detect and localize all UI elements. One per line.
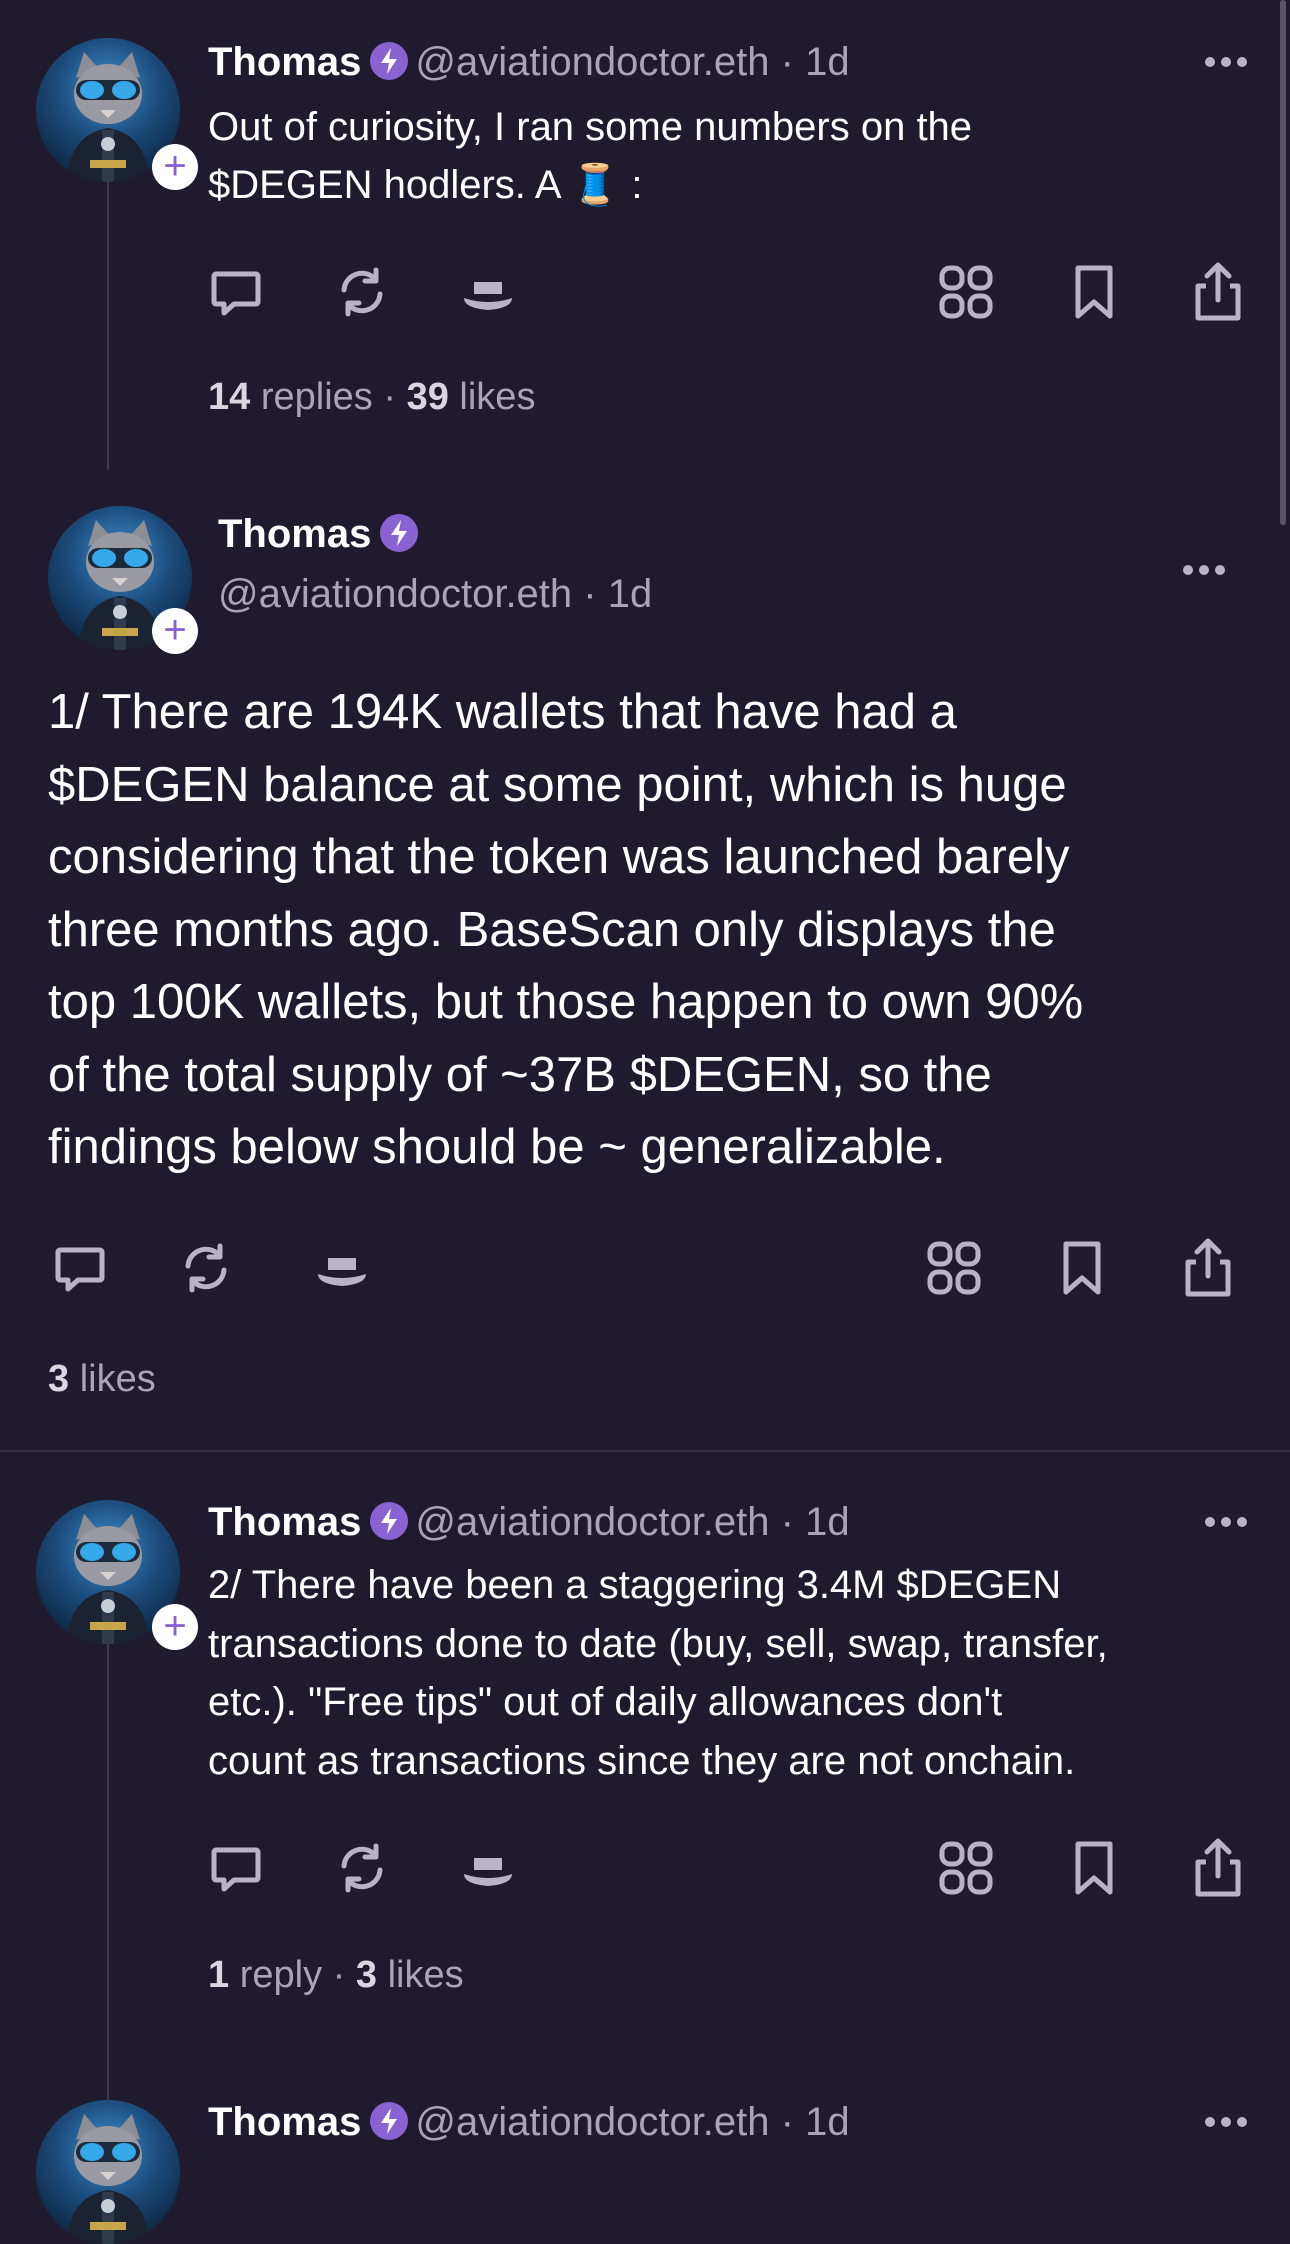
post-stats[interactable]: 14 replies · 39 likes [208, 376, 535, 419]
post-header: Thomas @aviationdoctor.eth · 1d [208, 38, 850, 86]
likes-label: likes [79, 1358, 156, 1400]
share-icon[interactable] [1186, 260, 1250, 324]
action-bar [204, 1836, 1254, 1900]
thread-connector-line [107, 1642, 109, 2102]
avatar[interactable]: + [36, 1500, 198, 1650]
post-time: · 1d [780, 2100, 850, 2144]
author-name[interactable]: Thomas [218, 512, 371, 556]
author-handle[interactable]: @aviationdoctor.eth [415, 1500, 769, 1544]
comment-icon[interactable] [204, 1836, 268, 1900]
recast-icon[interactable] [330, 1836, 394, 1900]
post-text-line: of the total supply of ~37B $DEGEN, so t… [48, 1047, 992, 1102]
post-stats[interactable]: 3 likes [48, 1358, 156, 1401]
more-dots-icon[interactable] [1204, 56, 1248, 68]
avatar[interactable]: + [36, 38, 198, 190]
apps-grid-icon[interactable] [922, 1236, 986, 1300]
post-text-line: transactions done to date (buy, sell, sw… [208, 1621, 1108, 1666]
comment-icon[interactable] [204, 260, 268, 324]
bookmark-icon[interactable] [1062, 1836, 1126, 1900]
post-text-line: $DEGEN balance at some point, which is h… [48, 757, 1067, 812]
follow-plus-icon[interactable]: + [152, 1604, 198, 1650]
replies-label: replies [260, 376, 373, 418]
comment-icon[interactable] [48, 1236, 112, 1300]
author-name[interactable]: Thomas [208, 40, 361, 84]
post-stats[interactable]: 1 reply · 3 likes [208, 1954, 464, 1997]
tip-hat-icon[interactable] [310, 1236, 374, 1300]
follow-plus-icon[interactable]: + [152, 608, 198, 654]
post-text: 2/ There have been a staggering 3.4M $DE… [208, 1556, 1268, 1790]
divider [0, 1450, 1290, 1452]
verified-badge-icon [369, 41, 409, 81]
avatar-image [36, 2100, 180, 2244]
post-text-line: $DEGEN hodlers. A 🧵 : [208, 156, 1258, 214]
post-text-line: findings below should be ~ generalizable… [48, 1120, 946, 1174]
author-name[interactable]: Thomas [208, 1500, 361, 1544]
stats-separator: · [383, 376, 397, 418]
scrollbar[interactable] [1280, 0, 1286, 525]
post-text-line: Out of curiosity, I ran some numbers on … [208, 105, 973, 149]
recast-icon[interactable] [330, 260, 394, 324]
replies-label: reply [239, 1954, 323, 1996]
tip-hat-icon[interactable] [456, 260, 520, 324]
more-dots-icon[interactable] [1182, 564, 1226, 576]
follow-plus-icon[interactable]: + [152, 144, 198, 190]
author-handle[interactable]: @aviationdoctor.eth [415, 2100, 769, 2144]
replies-count: 1 [208, 1954, 230, 1996]
likes-count: 3 [355, 1954, 377, 1996]
likes-count: 3 [48, 1358, 70, 1400]
avatar[interactable] [36, 2100, 180, 2244]
post-text-line: 2/ There have been a staggering 3.4M $DE… [208, 1563, 1062, 1607]
share-icon[interactable] [1186, 1836, 1250, 1900]
likes-count: 39 [406, 376, 449, 418]
post-header: Thomas [218, 510, 425, 558]
post-header: Thomas @aviationdoctor.eth · 1d [208, 2098, 850, 2146]
thread-connector-line [107, 182, 109, 470]
post-text: 1/ There are 194K wallets that have had … [48, 676, 1278, 1184]
bookmark-icon[interactable] [1062, 260, 1126, 324]
post-header: Thomas @aviationdoctor.eth · 1d [208, 1498, 850, 1546]
verified-badge-icon [379, 513, 419, 553]
post-time: · 1d [780, 40, 850, 84]
share-icon[interactable] [1176, 1236, 1240, 1300]
post-text: Out of curiosity, I ran some numbers on … [208, 98, 1258, 214]
post-time: · 1d [780, 1500, 850, 1544]
bookmark-icon[interactable] [1050, 1236, 1114, 1300]
author-handle[interactable]: @aviationdoctor.eth [415, 40, 769, 84]
recast-icon[interactable] [174, 1236, 238, 1300]
post-text-segment: : [631, 163, 643, 207]
post-text-line: top 100K wallets, but those happen to ow… [48, 975, 1084, 1029]
action-bar [204, 260, 1254, 324]
action-bar [48, 1236, 1248, 1300]
stats-separator: · [332, 1954, 346, 1996]
post-text-line: 1/ There are 194K wallets that have had … [48, 685, 957, 739]
thread-spool-emoji: 🧵 [570, 163, 621, 207]
likes-label: likes [387, 1954, 464, 1996]
post-text-segment: $DEGEN hodlers. A [208, 163, 560, 207]
likes-label: likes [459, 376, 536, 418]
author-name[interactable]: Thomas [208, 2100, 361, 2144]
verified-badge-icon [369, 1501, 409, 1541]
author-handle[interactable]: @aviationdoctor.eth [218, 572, 572, 616]
avatar[interactable]: + [48, 506, 198, 654]
post-text-line: three months ago. BaseScan only displays… [48, 902, 1056, 957]
apps-grid-icon[interactable] [934, 260, 998, 324]
replies-count: 14 [208, 376, 251, 418]
author-handle-row: @aviationdoctor.eth · 1d [218, 570, 652, 618]
more-dots-icon[interactable] [1204, 1516, 1248, 1528]
more-dots-icon[interactable] [1204, 2116, 1248, 2128]
verified-badge-icon [369, 2101, 409, 2141]
post-text-line: considering that the token was launched … [48, 830, 1070, 884]
post-text-line: etc.). "Free tips" out of daily allowanc… [208, 1680, 1003, 1724]
apps-grid-icon[interactable] [934, 1836, 998, 1900]
post-text-line: count as transactions since they are not… [208, 1738, 1076, 1783]
tip-hat-icon[interactable] [456, 1836, 520, 1900]
post-time: · 1d [583, 572, 653, 616]
